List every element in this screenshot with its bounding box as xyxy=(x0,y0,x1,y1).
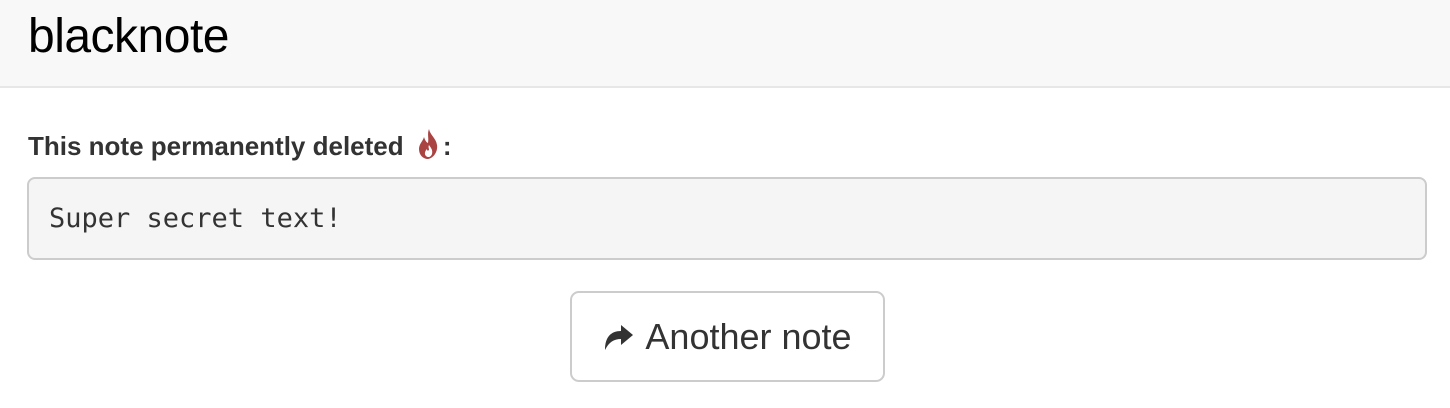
share-arrow-icon xyxy=(603,324,635,352)
brand-logo[interactable]: blacknote xyxy=(28,8,229,66)
deleted-notice-text: This note permanently deleted xyxy=(28,131,404,161)
notice-colon: : xyxy=(442,131,452,161)
deleted-notice: This note permanently deleted : xyxy=(28,128,452,164)
another-note-button[interactable]: Another note xyxy=(570,291,885,382)
note-content-box: Super secret text! xyxy=(27,177,1427,260)
another-note-label: Another note xyxy=(645,315,852,357)
fire-icon xyxy=(415,128,443,160)
navbar: blacknote xyxy=(0,0,1450,88)
note-content: Super secret text! xyxy=(49,203,342,234)
